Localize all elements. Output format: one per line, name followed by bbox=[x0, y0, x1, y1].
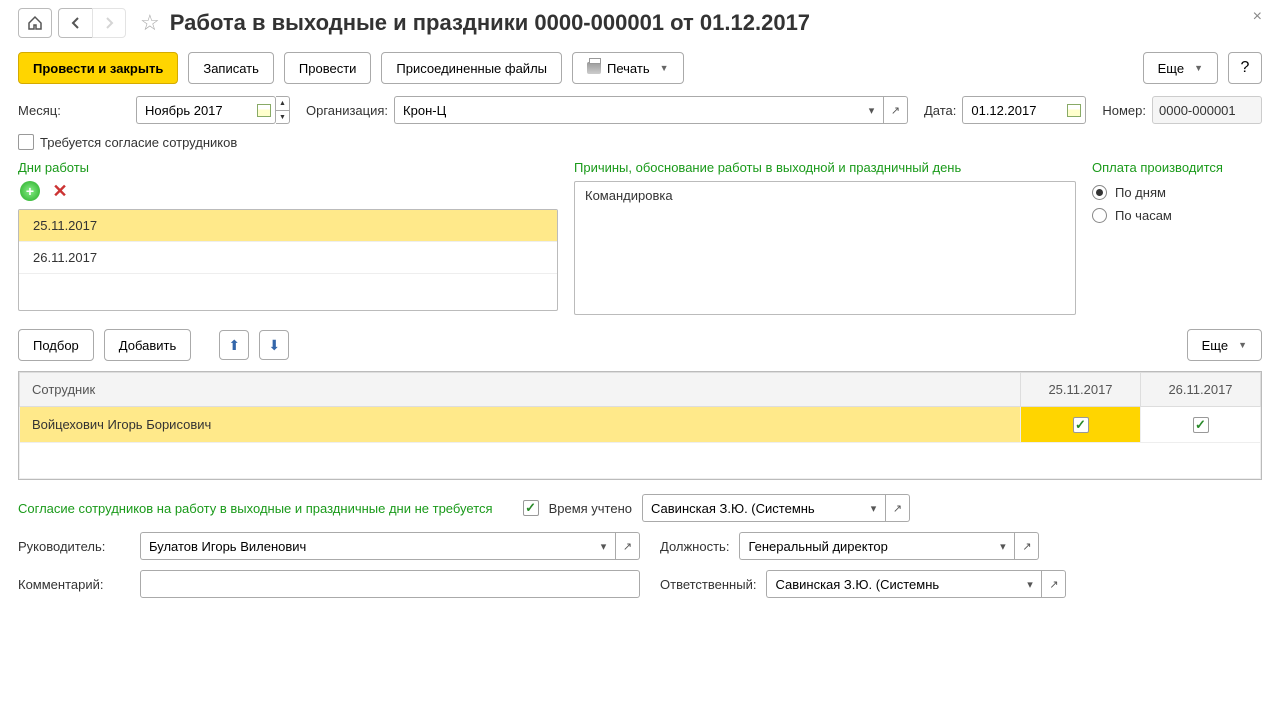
consent-required-checkbox[interactable] bbox=[18, 134, 34, 150]
time-person-input[interactable] bbox=[642, 494, 862, 522]
number-input: 0000-000001 bbox=[1152, 96, 1262, 124]
move-down-button[interactable]: ⬇ bbox=[259, 330, 289, 360]
date-input[interactable] bbox=[962, 96, 1062, 124]
home-icon bbox=[27, 15, 43, 31]
month-label: Месяц: bbox=[18, 103, 130, 118]
help-button[interactable]: ? bbox=[1228, 52, 1262, 84]
arrow-right-icon bbox=[101, 15, 117, 31]
post-and-close-button[interactable]: Провести и закрыть bbox=[18, 52, 178, 84]
manager-label: Руководитель: bbox=[18, 539, 130, 554]
day-checkbox[interactable] bbox=[1193, 417, 1209, 433]
print-button[interactable]: Печать ▼ bbox=[572, 52, 684, 84]
open-button[interactable]: ↗ bbox=[1042, 570, 1066, 598]
delete-day-button[interactable]: ✕ bbox=[50, 181, 70, 201]
month-down-button[interactable]: ▼ bbox=[276, 110, 290, 124]
calendar-icon bbox=[1067, 104, 1081, 117]
payment-section-title: Оплата производится bbox=[1092, 160, 1262, 175]
responsible-label: Ответственный: bbox=[660, 577, 756, 592]
position-input[interactable] bbox=[739, 532, 991, 560]
back-button[interactable] bbox=[58, 8, 92, 38]
open-button[interactable]: ↗ bbox=[886, 494, 910, 522]
days-section-title: Дни работы bbox=[18, 160, 558, 175]
chevron-down-icon: ▼ bbox=[660, 63, 669, 73]
printer-icon bbox=[587, 62, 601, 74]
close-icon[interactable]: × bbox=[1253, 8, 1262, 26]
col-date[interactable]: 26.11.2017 bbox=[1141, 373, 1261, 407]
position-label: Должность: bbox=[660, 539, 729, 554]
month-up-button[interactable]: ▲ bbox=[276, 96, 290, 110]
comment-label: Комментарий: bbox=[18, 577, 130, 592]
col-employee[interactable]: Сотрудник bbox=[20, 373, 1021, 407]
more-button[interactable]: Еще ▼ bbox=[1143, 52, 1218, 84]
radio-icon bbox=[1092, 208, 1107, 223]
radio-icon bbox=[1092, 185, 1107, 200]
move-up-button[interactable]: ⬆ bbox=[219, 330, 249, 360]
table-row[interactable]: Войцехович Игорь Борисович bbox=[20, 407, 1261, 443]
dropdown-button[interactable]: ▾ bbox=[1018, 570, 1042, 598]
time-counted-checkbox[interactable] bbox=[523, 500, 539, 516]
dropdown-button[interactable]: ▾ bbox=[592, 532, 616, 560]
post-button[interactable]: Провести bbox=[284, 52, 372, 84]
responsible-input[interactable] bbox=[766, 570, 1018, 598]
pick-button[interactable]: Подбор bbox=[18, 329, 94, 361]
org-input[interactable] bbox=[394, 96, 860, 124]
consent-required-label: Требуется согласие сотрудников bbox=[40, 135, 237, 150]
favorite-icon[interactable]: ☆ bbox=[140, 10, 160, 36]
arrow-left-icon bbox=[68, 15, 84, 31]
add-day-button[interactable]: + bbox=[20, 181, 40, 201]
month-calendar-button[interactable] bbox=[252, 96, 276, 124]
days-list[interactable]: 25.11.2017 26.11.2017 bbox=[18, 209, 558, 311]
dropdown-button[interactable]: ▾ bbox=[991, 532, 1015, 560]
chevron-down-icon: ▼ bbox=[1194, 63, 1203, 73]
reasons-section-title: Причины, обоснование работы в выходной и… bbox=[574, 160, 1076, 175]
org-open-button[interactable]: ↗ bbox=[884, 96, 908, 124]
date-calendar-button[interactable] bbox=[1062, 96, 1086, 124]
employee-name: Войцехович Игорь Борисович bbox=[20, 409, 1020, 440]
forward-button[interactable] bbox=[92, 8, 126, 38]
org-dropdown-button[interactable]: ▾ bbox=[860, 96, 884, 124]
col-date[interactable]: 25.11.2017 bbox=[1021, 373, 1141, 407]
list-item[interactable]: 25.11.2017 bbox=[19, 210, 557, 242]
reason-textarea[interactable]: Командировка bbox=[574, 181, 1076, 315]
payment-by-days-radio[interactable]: По дням bbox=[1092, 181, 1262, 204]
date-label: Дата: bbox=[924, 103, 956, 118]
add-employee-button[interactable]: Добавить bbox=[104, 329, 191, 361]
number-label: Номер: bbox=[1102, 103, 1146, 118]
manager-input[interactable] bbox=[140, 532, 592, 560]
list-item[interactable]: 26.11.2017 bbox=[19, 242, 557, 274]
emp-more-button[interactable]: Еще ▼ bbox=[1187, 329, 1262, 361]
org-label: Организация: bbox=[306, 103, 388, 118]
employees-table: Сотрудник 25.11.2017 26.11.2017 Войцехов… bbox=[19, 372, 1261, 479]
dropdown-button[interactable]: ▾ bbox=[862, 494, 886, 522]
payment-by-hours-radio[interactable]: По часам bbox=[1092, 204, 1262, 227]
home-button[interactable] bbox=[18, 8, 52, 38]
month-input[interactable] bbox=[136, 96, 252, 124]
attachments-button[interactable]: Присоединенные файлы bbox=[381, 52, 562, 84]
time-counted-label: Время учтено bbox=[549, 501, 632, 516]
consent-status-text: Согласие сотрудников на работу в выходны… bbox=[18, 501, 493, 516]
open-button[interactable]: ↗ bbox=[616, 532, 640, 560]
save-button[interactable]: Записать bbox=[188, 52, 274, 84]
open-button[interactable]: ↗ bbox=[1015, 532, 1039, 560]
comment-input[interactable] bbox=[140, 570, 640, 598]
page-title: Работа в выходные и праздники 0000-00000… bbox=[170, 10, 810, 36]
calendar-icon bbox=[257, 104, 271, 117]
day-checkbox[interactable] bbox=[1073, 417, 1089, 433]
chevron-down-icon: ▼ bbox=[1238, 340, 1247, 350]
